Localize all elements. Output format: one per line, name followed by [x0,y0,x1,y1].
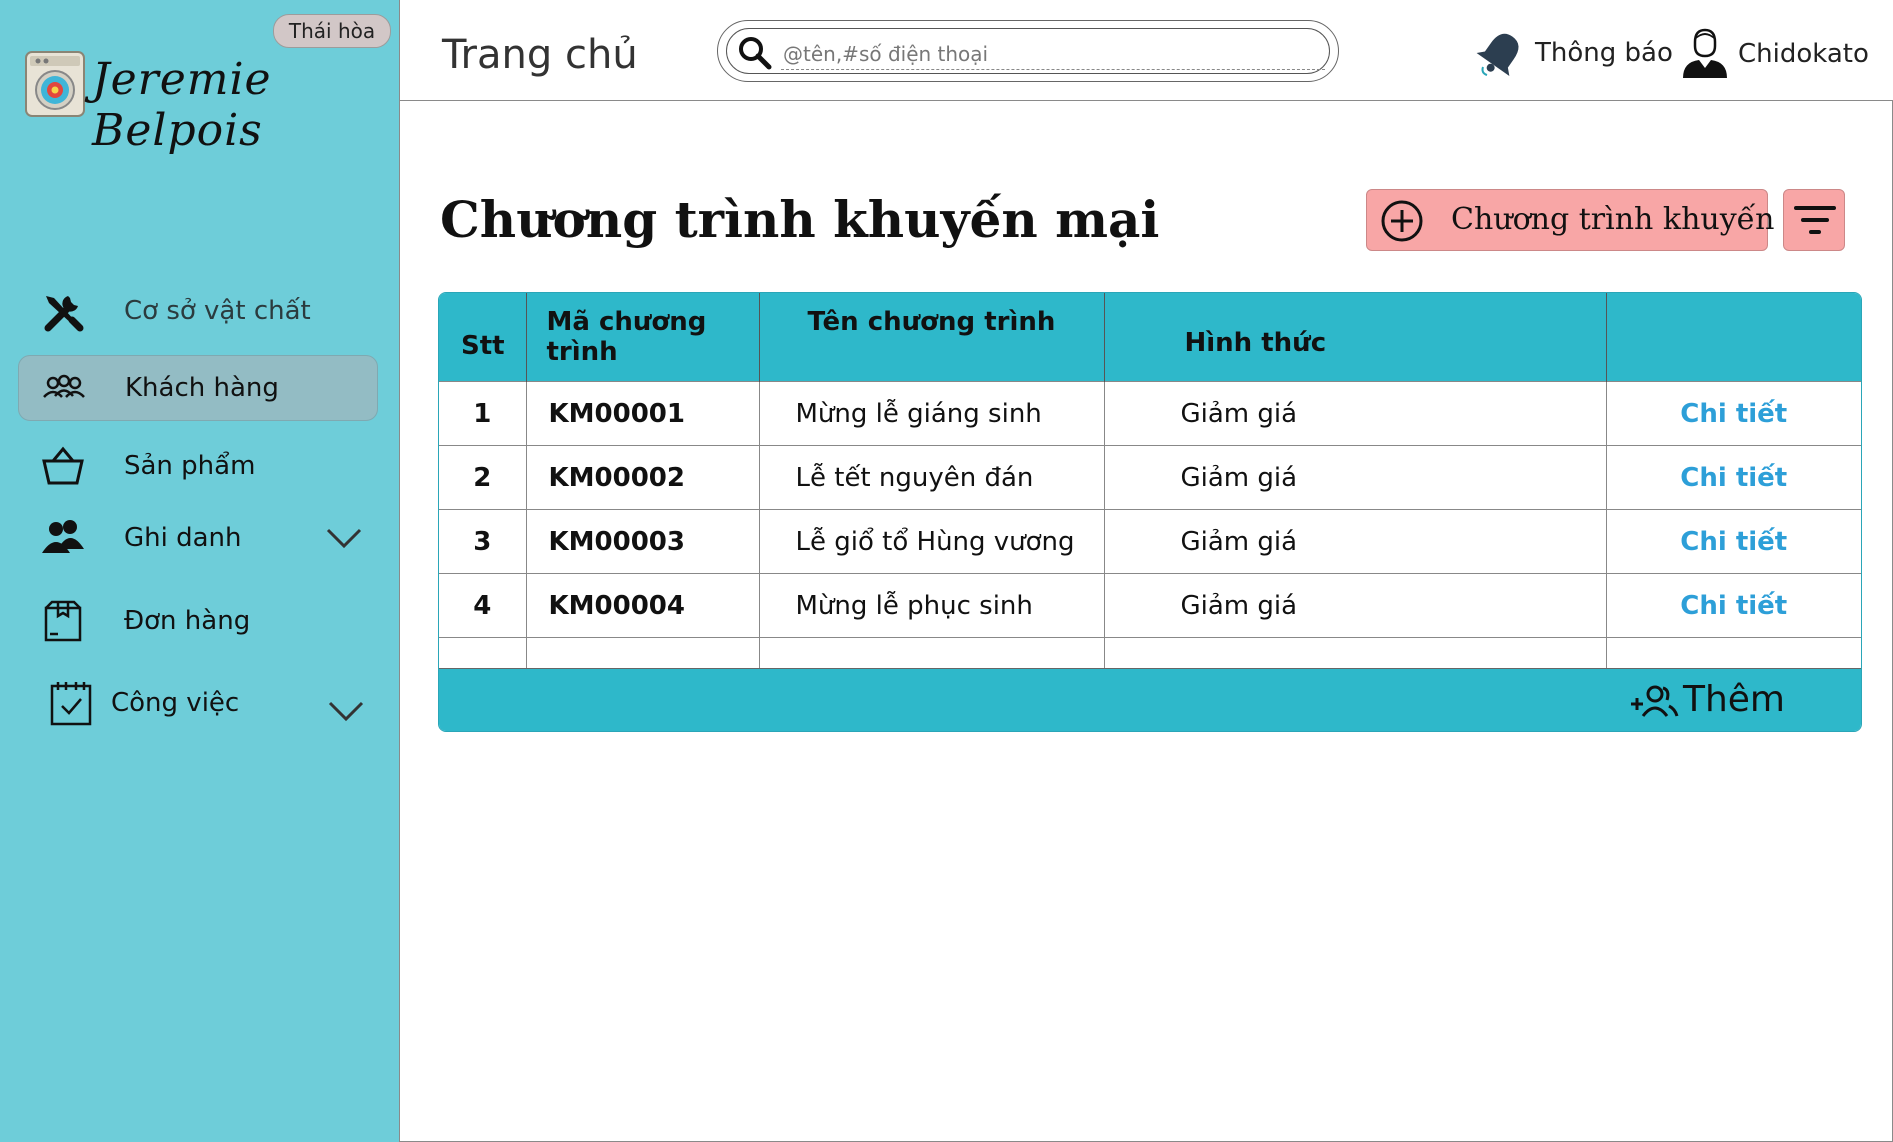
sidebar-item-customers[interactable]: Khách hàng [18,355,378,421]
plus-circle-icon [1379,198,1425,244]
cell-type: Giảm giá [1104,573,1607,638]
table-header-row: Stt Mã chương trình Tên chương trình Hìn… [439,293,1861,382]
sidebar-item-label: Công việc [111,688,240,718]
detail-link[interactable]: Chi tiết [1680,399,1787,429]
detail-link[interactable]: Chi tiết [1680,527,1787,557]
cell-name: Mừng lễ giáng sinh [759,381,1105,446]
cell-stt: 4 [439,573,527,638]
calendar-check-icon [48,680,94,726]
notifications-label: Thông báo [1535,38,1673,68]
table-row[interactable]: 3 KM00003 Lễ giổ tổ Hùng vương Giảm giá … [439,509,1861,574]
cell-action: Chi tiết [1606,445,1861,510]
sidebar-item-products[interactable]: Sản phẩm [18,433,378,499]
wrench-screwdriver-icon [40,288,86,334]
table-row[interactable]: 4 KM00004 Mừng lễ phục sinh Giảm giá Chi… [439,573,1861,638]
cell-code: KM00004 [526,573,760,638]
basket-icon [40,443,86,489]
cell-action: Chi tiết [1606,509,1861,574]
sidebar-item-label: Ghi danh [124,523,242,553]
cell-action: Chi tiết [1606,573,1861,638]
brand-name: Jeremie Belpois [92,54,272,156]
sidebar-item-label: Khách hàng [125,373,279,403]
washing-machine-logo-icon [22,48,88,120]
user-menu[interactable]: Chidokato [1680,28,1869,80]
sidebar-item-label: Cơ sở vật chất [124,296,311,326]
cell-stt: 2 [439,445,527,510]
header-name[interactable]: Tên chương trình [759,293,1105,382]
header-stt[interactable]: Stt [439,293,527,382]
filter-icon [1794,206,1836,234]
cell-name: Mừng lễ phục sinh [759,573,1105,638]
top-header: Trang chủ Thông báo [400,0,1893,101]
page-title: Trang chủ [442,32,638,78]
header-code[interactable]: Mã chương trình [526,293,760,382]
cell-code: KM00003 [526,509,760,574]
promotions-table: Stt Mã chương trình Tên chương trình Hìn… [438,292,1862,732]
cell-code: KM00002 [526,445,760,510]
search-icon[interactable] [737,35,773,71]
chevron-down-icon[interactable] [326,699,366,723]
sidebar-item-orders[interactable]: Đơn hàng [18,588,378,654]
sidebar: Thái hòa Jeremie Belpois Cơ sở vật chất [0,0,400,1142]
table-row[interactable]: 2 KM00002 Lễ tết nguyên đán Giảm giá Chi… [439,445,1861,510]
add-row-label: Thêm [1682,679,1785,720]
cell-name: Lễ tết nguyên đán [759,445,1105,510]
branch-badge[interactable]: Thái hòa [273,14,391,48]
sidebar-item-tasks[interactable]: Công việc [18,670,378,736]
header-action [1606,293,1861,382]
cell-code: KM00001 [526,381,760,446]
cell-stt: 1 [439,381,527,446]
cell-type: Giảm giá [1104,445,1607,510]
table-footer: Thêm [439,668,1861,731]
user-avatar-icon [1680,28,1730,80]
cell-type: Giảm giá [1104,509,1607,574]
sidebar-item-label: Sản phẩm [124,451,256,481]
bell-icon [1475,27,1527,79]
table-row[interactable]: 1 KM00001 Mừng lễ giáng sinh Giảm giá Ch… [439,381,1861,446]
user-name: Chidokato [1738,39,1869,69]
detail-link[interactable]: Chi tiết [1680,463,1787,493]
detail-link[interactable]: Chi tiết [1680,591,1787,621]
filter-button[interactable] [1783,189,1845,251]
cell-name: Lễ giổ tổ Hùng vương [759,509,1105,574]
add-promotion-button[interactable]: Chương trình khuyến mãi [1366,189,1840,251]
order-box-icon [40,598,86,644]
cell-stt: 3 [439,509,527,574]
add-user-icon [1630,685,1679,717]
add-promotion-label: Chương trình khuyến mãi [1451,202,1840,237]
sidebar-item-label: Đơn hàng [124,606,251,636]
search-box [717,20,1339,82]
cell-action: Chi tiết [1606,381,1861,446]
sidebar-item-enrollment[interactable]: Ghi danh [18,505,378,571]
section-title: Chương trình khuyến mại [440,190,1160,249]
sidebar-item-facilities[interactable]: Cơ sở vật chất [18,278,378,344]
users-icon [40,515,86,561]
add-row-button[interactable]: Thêm [1629,679,1785,720]
chevron-down-icon[interactable] [324,526,364,550]
search-input[interactable] [781,39,1325,70]
notifications-button[interactable]: Thông báo [1475,28,1673,78]
customers-icon [41,365,87,411]
search-inner [726,28,1330,74]
cell-type: Giảm giá [1104,381,1607,446]
header-type[interactable]: Hình thức [1104,293,1607,382]
